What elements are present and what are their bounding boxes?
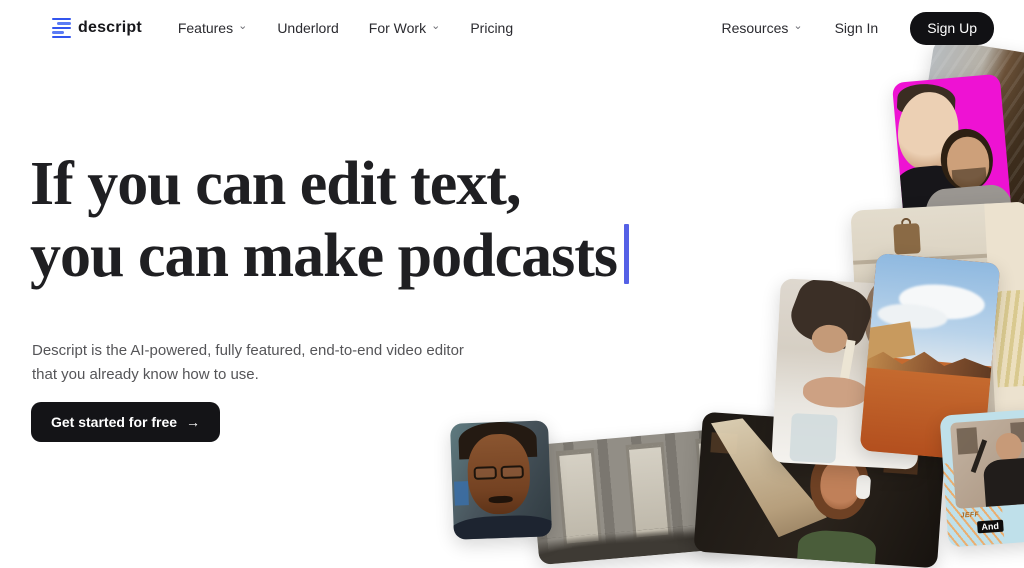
chevron-down-icon: ⌄ bbox=[431, 21, 440, 32]
headline-line-2: you can make podcasts bbox=[30, 222, 617, 290]
text-cursor bbox=[624, 224, 629, 284]
arrow-right-icon: → bbox=[186, 414, 200, 430]
nav-item-for-work[interactable]: For Work ⌄ bbox=[369, 20, 441, 36]
hero-subtext: Descript is the AI-powered, fully featur… bbox=[32, 339, 464, 387]
top-nav: descript Features ⌄ Underlord For Work ⌄… bbox=[0, 0, 1024, 56]
nav-item-resources[interactable]: Resources ⌄ bbox=[721, 20, 802, 36]
chevron-down-icon: ⌄ bbox=[238, 21, 247, 32]
hero-headline: If you can edit text, you can make podca… bbox=[30, 148, 629, 292]
get-started-button[interactable]: Get started for free → bbox=[31, 402, 220, 442]
primary-nav-links: Features ⌄ Underlord For Work ⌄ Pricing bbox=[178, 20, 513, 36]
descript-logo-icon bbox=[52, 18, 71, 39]
brand-wordmark: descript bbox=[78, 19, 142, 37]
nav-right-group: Resources ⌄ Sign In Sign Up bbox=[721, 12, 994, 45]
chevron-down-icon: ⌄ bbox=[793, 21, 802, 32]
sign-up-button[interactable]: Sign Up bbox=[910, 12, 994, 45]
nav-item-features[interactable]: Features ⌄ bbox=[178, 20, 247, 36]
nav-item-underlord[interactable]: Underlord bbox=[277, 20, 338, 36]
nav-item-pricing[interactable]: Pricing bbox=[470, 20, 513, 36]
sign-in-link[interactable]: Sign In bbox=[835, 20, 879, 36]
man-with-glasses-photo bbox=[450, 420, 552, 539]
headline-line-1: If you can edit text, bbox=[30, 150, 520, 218]
descript-logo[interactable]: descript bbox=[52, 18, 142, 39]
speaker-name-label: JEFF bbox=[960, 511, 979, 519]
